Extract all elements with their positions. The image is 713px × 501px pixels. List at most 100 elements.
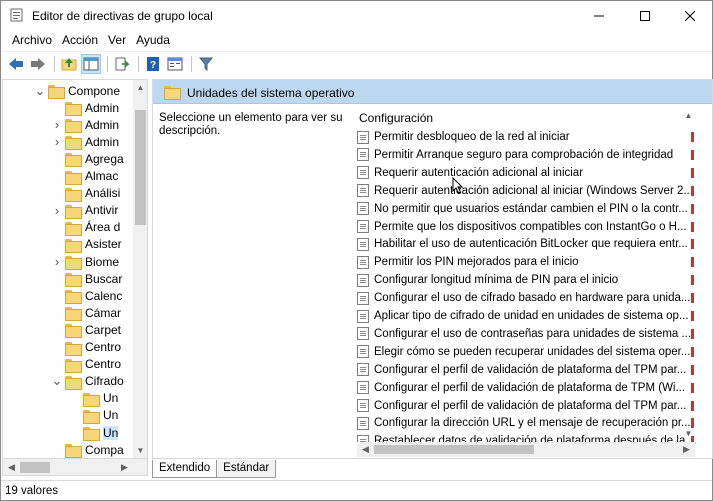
tree-item[interactable]: Admin bbox=[3, 99, 133, 117]
forward-button[interactable] bbox=[28, 54, 48, 74]
folder-icon bbox=[65, 187, 82, 202]
svg-text:?: ? bbox=[150, 60, 156, 71]
tree-pane[interactable]: ⌄ Compone Admin › Admin › Admin Agrega Almac Anál… bbox=[2, 79, 148, 459]
export-list-button[interactable] bbox=[112, 54, 132, 74]
tree-item[interactable]: Análisi bbox=[3, 185, 133, 202]
tree-item[interactable]: ⌄ Compone bbox=[3, 82, 133, 99]
policy-row[interactable]: Configurar la dirección URL y el mensaje… bbox=[357, 414, 697, 432]
policy-row[interactable]: Requerir autenticación adicional al inic… bbox=[357, 182, 697, 200]
tree-hscroll-thumb[interactable] bbox=[20, 462, 50, 473]
tab-extendido[interactable]: Extendido bbox=[152, 460, 218, 478]
policy-row[interactable]: Permite que los dispositivos compatibles… bbox=[357, 218, 697, 236]
policy-row[interactable]: Configurar el perfil de validación de pl… bbox=[357, 361, 697, 379]
policy-name: Permitir Arranque seguro para comprobaci… bbox=[374, 148, 674, 161]
policy-row[interactable]: Configurar longitud mínima de PIN para e… bbox=[357, 271, 697, 289]
policy-row[interactable]: No permitir que usuarios estándar cambie… bbox=[357, 200, 697, 218]
scroll-down-arrow-icon[interactable]: ▼ bbox=[133, 443, 147, 458]
tree-item-label: Agrega bbox=[85, 151, 124, 166]
close-icon bbox=[685, 11, 695, 21]
menu-ayuda[interactable]: Ayuda bbox=[131, 31, 175, 50]
policy-row[interactable]: Configurar el perfil de validación de pl… bbox=[357, 379, 697, 397]
status-bar: 19 valores bbox=[1, 480, 712, 500]
tree-item[interactable]: Calenc bbox=[3, 287, 133, 305]
tree-item[interactable]: › Antivir bbox=[3, 202, 133, 219]
policy-setting-icon bbox=[357, 255, 369, 269]
chevron-down-icon[interactable]: ⌄ bbox=[52, 373, 63, 390]
tree-item-label: Carpet bbox=[85, 322, 122, 337]
tree-item-label: Biome bbox=[85, 254, 120, 269]
menu-accion[interactable]: Acción bbox=[57, 31, 103, 50]
policy-row[interactable]: Configurar el perfil de validación de pl… bbox=[357, 397, 697, 415]
policy-row[interactable]: Configurar el uso de cifrado basado en h… bbox=[357, 289, 697, 307]
tree-item[interactable]: Carpet bbox=[3, 321, 133, 339]
scroll-left-arrow-icon[interactable]: ◀ bbox=[357, 442, 374, 457]
back-button[interactable] bbox=[6, 54, 26, 74]
tree-horizontal-scrollbar[interactable]: ◀ ▶ bbox=[2, 459, 148, 476]
tree-item[interactable]: Centro bbox=[3, 356, 133, 373]
tree-item-label: Compone bbox=[68, 83, 121, 98]
show-hide-tree-icon bbox=[83, 57, 99, 71]
tree-item[interactable]: Centro bbox=[3, 339, 133, 356]
policy-row[interactable]: Habilitar el uso de autenticación BitLoc… bbox=[357, 235, 697, 253]
gpedit-app-icon bbox=[10, 8, 23, 22]
tree-item[interactable]: Buscar bbox=[3, 270, 133, 288]
tree-item[interactable]: Asister bbox=[3, 236, 133, 253]
scroll-up-arrow-icon[interactable]: ▲ bbox=[681, 108, 696, 123]
tree-item-label: Centro bbox=[85, 340, 122, 354]
chevron-right-icon[interactable]: › bbox=[52, 202, 62, 219]
policy-row[interactable]: Requerir autenticación adicional al inic… bbox=[357, 164, 697, 182]
policy-row[interactable]: Permitir desbloqueo de la red al iniciar bbox=[357, 128, 697, 146]
tree-item[interactable]: › Admin bbox=[3, 116, 133, 134]
tree-item[interactable]: › Admin bbox=[3, 133, 133, 151]
show-hide-tree-button[interactable] bbox=[81, 54, 101, 74]
tree-item[interactable]: Almac bbox=[3, 168, 133, 185]
policy-row[interactable]: Permitir Arranque seguro para comprobaci… bbox=[357, 146, 697, 164]
title-bar[interactable]: Editor de directivas de grupo local bbox=[1, 1, 712, 31]
tree-item[interactable]: Un bbox=[3, 424, 133, 441]
scroll-up-arrow-icon[interactable]: ▲ bbox=[133, 80, 147, 95]
chevron-right-icon[interactable]: › bbox=[52, 133, 62, 150]
chevron-right-icon[interactable]: › bbox=[52, 116, 62, 133]
help-icon: ? bbox=[147, 57, 159, 71]
tree-item-label: Un bbox=[103, 391, 119, 406]
close-button[interactable] bbox=[667, 1, 713, 31]
menu-ver[interactable]: Ver bbox=[103, 31, 131, 50]
tree-item-label: Admin bbox=[85, 134, 120, 149]
up-one-level-button[interactable] bbox=[59, 54, 79, 74]
chevron-right-icon[interactable]: › bbox=[52, 253, 62, 270]
tree-item[interactable]: Un bbox=[3, 407, 133, 424]
details-vertical-scrollbar[interactable]: ▲ ▼ bbox=[681, 104, 697, 438]
tree-item[interactable]: ⌄ Cifrado bbox=[3, 373, 133, 390]
details-horizontal-scrollbar[interactable]: ◀ ▶ bbox=[357, 442, 695, 457]
scroll-left-arrow-icon[interactable]: ◀ bbox=[3, 459, 20, 475]
tab-estandar[interactable]: Estándar bbox=[216, 460, 277, 478]
policy-name: Requerir autenticación adicional al inic… bbox=[374, 166, 584, 179]
policy-row[interactable]: Elegir cómo se pueden recuperar unidades… bbox=[357, 343, 697, 361]
minimize-button[interactable] bbox=[576, 1, 622, 31]
gpedit-window: Editor de directivas de grupo local Arch… bbox=[0, 0, 713, 501]
tree-item[interactable]: Área d bbox=[3, 219, 133, 236]
tree-vertical-scrollbar[interactable]: ▲ ▼ bbox=[133, 80, 147, 458]
tree-item[interactable]: Compa bbox=[3, 441, 133, 458]
properties-button[interactable] bbox=[165, 54, 185, 74]
scroll-right-arrow-icon[interactable]: ▶ bbox=[116, 459, 133, 475]
menu-archivo[interactable]: Archivo bbox=[7, 31, 57, 50]
policy-row[interactable]: Permitir los PIN mejorados para el inici… bbox=[357, 253, 697, 271]
tree-item[interactable]: › Biome bbox=[3, 253, 133, 270]
filter-button[interactable] bbox=[196, 54, 216, 74]
tree-scroll-thumb[interactable] bbox=[135, 110, 146, 225]
tree-item[interactable]: Un bbox=[3, 390, 133, 407]
help-button[interactable]: ? bbox=[143, 54, 163, 74]
chevron-down-icon[interactable]: ⌄ bbox=[35, 82, 46, 99]
tree-item[interactable]: Agrega bbox=[3, 150, 133, 168]
tree-item[interactable]: Cámar bbox=[3, 304, 133, 322]
scroll-down-arrow-icon[interactable]: ▼ bbox=[681, 426, 696, 441]
maximize-button[interactable] bbox=[622, 1, 668, 31]
column-header-configuracion[interactable]: Configuración bbox=[359, 111, 433, 125]
forward-arrow-icon bbox=[31, 58, 45, 70]
scroll-right-arrow-icon[interactable]: ▶ bbox=[678, 442, 695, 457]
details-hscroll-thumb[interactable] bbox=[374, 445, 534, 454]
policy-row[interactable]: Configurar el uso de contraseñas para un… bbox=[357, 325, 697, 343]
back-arrow-icon bbox=[9, 58, 23, 70]
policy-row[interactable]: Aplicar tipo de cifrado de unidad en uni… bbox=[357, 307, 697, 325]
